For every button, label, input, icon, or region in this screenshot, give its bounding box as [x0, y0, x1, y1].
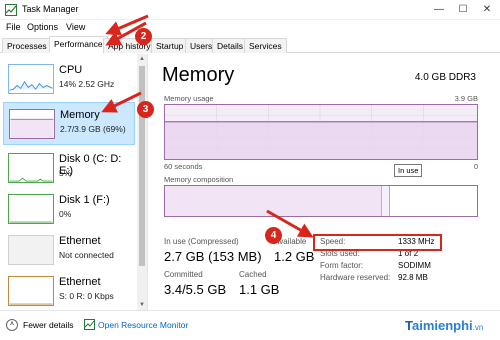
sidebar-item-disk-0[interactable]: Disk 0 (C: D: E:) 5% [3, 147, 135, 190]
cached-value: 1.1 GB [239, 282, 280, 297]
committed-label: Committed [164, 270, 203, 279]
annotation-badge: 4 [265, 227, 282, 244]
graph-zero-label: 0 [473, 162, 478, 171]
speed-highlight-box [313, 234, 442, 251]
title-bar: Task Manager — ☐ ✕ [0, 0, 500, 20]
menu-options[interactable]: Options [27, 22, 58, 32]
composition-graph-label: Memory composition [164, 175, 234, 184]
time-span-label: 60 seconds [164, 162, 203, 171]
sidebar-item-disk-1[interactable]: Disk 1 (F:) 0% [3, 188, 135, 231]
resource-monitor-icon [84, 319, 95, 330]
sidebar-item-label: Disk 1 (F:) [59, 194, 110, 206]
resource-sidebar: CPU 14% 2.52 GHz Memory 2.7/3.9 GB (69%)… [0, 54, 148, 310]
minimize-button[interactable]: — [428, 2, 450, 18]
sidebar-item-label: CPU [59, 64, 83, 76]
annotation-badge: 2 [135, 28, 152, 45]
sidebar-scrollbar[interactable]: ▲ ▼ [137, 54, 147, 310]
page-title: Memory [162, 64, 235, 86]
tab-bar: Processes Performance App history Startu… [0, 36, 500, 53]
available-value: 1.2 GB [274, 249, 315, 264]
disk-graph-icon [8, 153, 54, 183]
committed-value: 3.4/5.5 GB [164, 282, 227, 297]
in-use-value: 2.7 GB (153 MB) [164, 249, 262, 264]
sidebar-item-detail: S: 0 R: 0 Kbps [59, 291, 114, 301]
tab-startup[interactable]: Startup [151, 38, 189, 53]
sidebar-item-detail: 2.7/3.9 GB (69%) [60, 124, 126, 134]
ethernet-graph-icon [8, 276, 54, 306]
form-factor-value: SODIMM [398, 261, 431, 270]
task-manager-icon [5, 4, 17, 16]
close-button[interactable]: ✕ [476, 2, 498, 18]
scroll-down-icon[interactable]: ▼ [137, 300, 147, 310]
memory-usage-graph [164, 104, 478, 160]
sidebar-item-detail: 5% [59, 168, 72, 178]
memory-spec: 4.0 GB DDR3 [414, 72, 476, 83]
sidebar-item-detail: Not connected [59, 250, 114, 260]
disk-graph-icon [8, 194, 54, 224]
sidebar-item-ethernet-2[interactable]: Ethernet S: 0 R: 0 Kbps [3, 270, 135, 313]
memory-panel: Memory 4.0 GB DDR3 Memory usage 3.9 GB 6… [150, 54, 484, 310]
usage-graph-label: Memory usage [164, 94, 214, 103]
sidebar-item-cpu[interactable]: CPU 14% 2.52 GHz [3, 58, 135, 101]
window-title: Task Manager [22, 4, 79, 14]
tab-performance[interactable]: Performance [49, 36, 108, 53]
menu-file[interactable]: File [6, 22, 21, 32]
ethernet-graph-icon [8, 235, 54, 265]
scroll-up-icon[interactable]: ▲ [137, 54, 147, 64]
menu-bar: File Options View [0, 20, 500, 36]
watermark-logo: Taimienphi.vn [405, 318, 484, 333]
in-use-tooltip: In use [394, 164, 423, 177]
in-use-label: In use (Compressed) [164, 237, 239, 246]
tab-processes[interactable]: Processes [2, 38, 52, 53]
memory-graph-icon [9, 109, 55, 139]
cached-label: Cached [239, 270, 267, 279]
sidebar-item-label: Memory [60, 109, 100, 121]
sidebar-item-label: Ethernet [59, 235, 101, 247]
menu-view[interactable]: View [66, 22, 85, 32]
cpu-graph-icon [8, 64, 54, 94]
sidebar-item-label: Ethernet [59, 276, 101, 288]
usage-graph-max: 3.9 GB [454, 94, 478, 103]
hardware-reserved-label: Hardware reserved: [320, 273, 391, 282]
sidebar-item-detail: 0% [59, 209, 72, 219]
open-resource-monitor-link[interactable]: Open Resource Monitor [98, 320, 188, 330]
sidebar-item-detail: 14% 2.52 GHz [59, 79, 115, 89]
sidebar-item-memory[interactable]: Memory 2.7/3.9 GB (69%) [3, 102, 135, 145]
fewer-details-link[interactable]: Fewer details [23, 320, 74, 330]
memory-composition-bar [164, 185, 478, 217]
form-factor-label: Form factor: [320, 261, 364, 270]
annotation-badge: 3 [137, 101, 154, 118]
tab-services[interactable]: Services [244, 38, 287, 53]
sidebar-item-ethernet-1[interactable]: Ethernet Not connected [3, 229, 135, 272]
scroll-thumb[interactable] [139, 66, 145, 266]
hardware-reserved-value: 92.8 MB [398, 273, 428, 282]
maximize-button[interactable]: ☐ [452, 2, 474, 18]
tab-details[interactable]: Details [212, 38, 248, 53]
chevron-up-icon[interactable]: ˄ [6, 319, 18, 331]
